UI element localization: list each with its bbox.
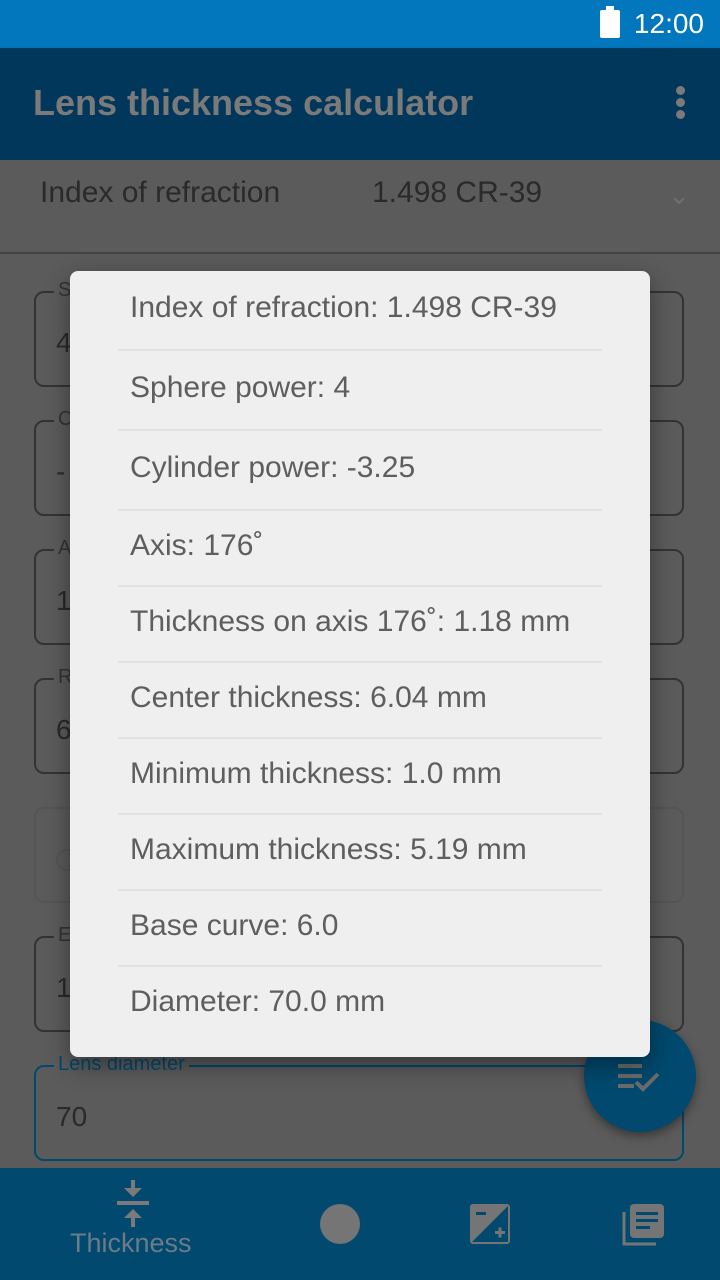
- app-title: Lens thickness calculator: [33, 82, 474, 123]
- result-row: Center thickness: 6.04 mm: [118, 663, 602, 739]
- result-ior: Index of refraction: 1.498 CR-39: [130, 291, 557, 324]
- ior-label: Index of refraction: [40, 176, 281, 209]
- lens-diameter-value: 70: [56, 1101, 88, 1132]
- circle-icon: [320, 1204, 360, 1244]
- result-cylinder: Cylinder power: -3.25: [130, 451, 416, 484]
- app-bar: Lens thickness calculator: [0, 48, 720, 160]
- library-books-icon: [622, 1204, 664, 1246]
- result-row: Cylinder power: -3.25: [118, 431, 602, 511]
- bottom-navigation: Thickness: [0, 1168, 720, 1280]
- ior-value: 1.498 CR-39: [372, 176, 543, 209]
- nav-label-thickness: Thickness: [70, 1228, 192, 1258]
- field-value: -: [56, 456, 66, 487]
- status-time: 12:00: [633, 8, 704, 39]
- nav-item-exposure[interactable]: [440, 1168, 540, 1280]
- exposure-icon: [470, 1204, 510, 1244]
- status-bar: 12:00: [0, 0, 720, 48]
- result-row: Index of refraction: 1.498 CR-39: [118, 271, 602, 351]
- result-row: Diameter: 70.0 mm: [118, 967, 602, 1041]
- result-maximum-thickness: Maximum thickness: 5.19 mm: [130, 833, 527, 866]
- compress-vertical-icon: [117, 1180, 149, 1227]
- more-vert-icon[interactable]: [674, 86, 686, 122]
- result-center-thickness: Center thickness: 6.04 mm: [130, 681, 487, 714]
- battery-full-icon: [600, 6, 620, 38]
- result-row: Sphere power: 4: [118, 351, 602, 431]
- nav-item-lens[interactable]: [290, 1168, 390, 1280]
- result-base-curve: Base curve: 6.0: [130, 909, 339, 942]
- chevron-down-icon: ⌄: [668, 180, 690, 210]
- result-row: Axis: 176˚: [118, 511, 602, 587]
- result-minimum-thickness: Minimum thickness: 1.0 mm: [130, 757, 502, 790]
- results-dialog: Index of refraction: 1.498 CR-39 Sphere …: [70, 271, 650, 1057]
- index-of-refraction-select[interactable]: Index of refraction 1.498 CR-39 ⌄: [0, 160, 720, 254]
- result-row: Minimum thickness: 1.0 mm: [118, 739, 602, 815]
- result-thickness-on-axis: Thickness on axis 176˚: 1.18 mm: [130, 605, 571, 638]
- result-diameter: Diameter: 70.0 mm: [130, 985, 386, 1018]
- result-row: Maximum thickness: 5.19 mm: [118, 815, 602, 891]
- result-axis: Axis: 176˚: [130, 529, 264, 562]
- nav-item-library[interactable]: [590, 1168, 690, 1280]
- result-sphere: Sphere power: 4: [130, 371, 351, 404]
- result-row: Base curve: 6.0: [118, 891, 602, 967]
- nav-item-thickness[interactable]: Thickness: [0, 1168, 265, 1280]
- result-row: Thickness on axis 176˚: 1.18 mm: [118, 587, 602, 663]
